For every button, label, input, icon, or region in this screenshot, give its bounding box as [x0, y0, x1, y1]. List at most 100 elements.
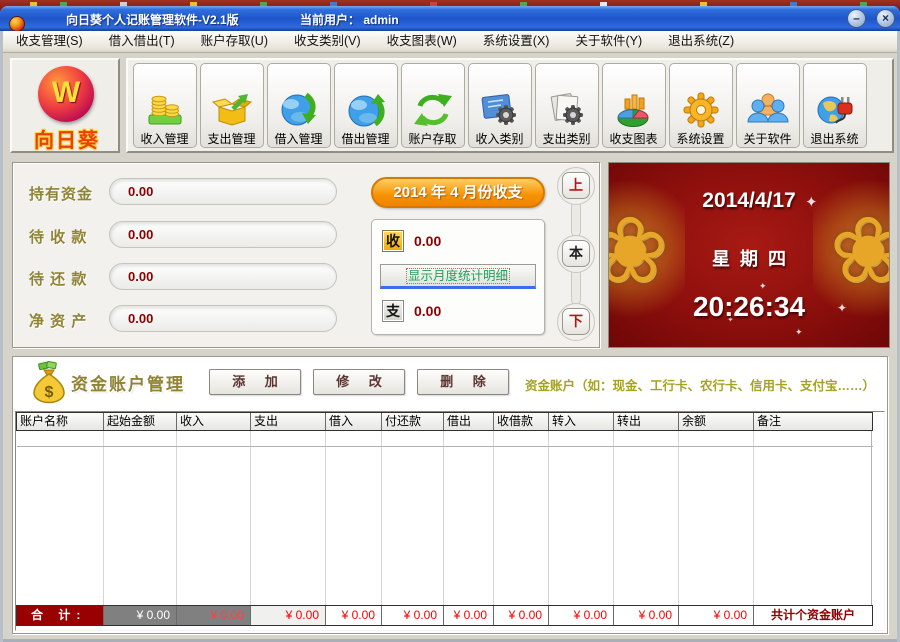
accounts-table-header: 账户名称 起始金额 收入 支出 借入 付还款 借出 收借款 转入 转出 余额 备… — [16, 412, 873, 431]
total-start-amount: ¥ 0.00 — [104, 606, 177, 625]
menu-exit[interactable]: 退出系统(Z) — [655, 31, 747, 52]
col-borrow-in[interactable]: 借入 — [326, 413, 382, 430]
current-user: 当前用户： admin — [300, 11, 399, 28]
close-button[interactable]: × — [876, 9, 895, 28]
toolbar-expense-categories[interactable]: 支出类别 — [535, 63, 599, 148]
screen: 向日葵个人记账管理软件-V2.1版 当前用户： admin – × 收支管理(S… — [0, 0, 900, 642]
clock-time: 20:26:34 — [609, 291, 889, 323]
menu-about[interactable]: 关于软件(Y) — [562, 31, 655, 52]
accounts-panel: $ 资金账户管理 添 加 修 改 删 除 资金账户（如：现金、工行卡、农行卡、信… — [12, 356, 888, 634]
accounts-table-body — [17, 431, 873, 605]
delete-account-button[interactable]: 删 除 — [417, 369, 509, 395]
menu-borrow-lend[interactable]: 借入借出(T) — [96, 31, 188, 52]
book-gear-icon — [479, 91, 521, 129]
toolbar-income-categories[interactable]: 收入类别 — [468, 63, 532, 148]
empty-row-divider — [17, 446, 873, 447]
total-transfer-in: ¥ 0.00 — [549, 606, 614, 625]
col-balance[interactable]: 余额 — [679, 413, 754, 430]
col-expense[interactable]: 支出 — [251, 413, 326, 430]
box-export-icon — [211, 91, 253, 129]
repayable-label: 待 还 款 — [29, 268, 115, 289]
brand-monogram: W — [38, 66, 94, 122]
col-start-amount[interactable]: 起始金额 — [104, 413, 177, 430]
month-box: 收 0.00 显示月度统计明细 支 0.00 — [371, 219, 545, 335]
expense-badge: 支 — [382, 300, 404, 322]
menu-settings[interactable]: 系统设置(X) — [470, 31, 563, 52]
total-lend-out: ¥ 0.00 — [444, 606, 494, 625]
held-funds-value: 0.00 — [109, 178, 337, 205]
monthly-detail-button[interactable]: 显示月度统计明细 — [380, 264, 536, 289]
current-user-value: admin — [363, 13, 398, 27]
paper-gear-icon — [546, 91, 588, 129]
add-account-button[interactable]: 添 加 — [209, 369, 301, 395]
next-month-button[interactable]: 下 — [562, 308, 590, 335]
toolbar-borrow-in-management[interactable]: 借入管理 — [267, 63, 331, 148]
brand-panel: W 向日葵 — [10, 58, 120, 153]
globe-lend-out-icon — [345, 91, 387, 129]
app-logo-icon — [9, 16, 25, 32]
col-repay-paid[interactable]: 付还款 — [382, 413, 444, 430]
toolbar-exit[interactable]: 退出系统 — [803, 63, 867, 148]
receivable-label: 待 收 款 — [29, 226, 115, 247]
col-remarks[interactable]: 备注 — [754, 413, 872, 430]
minimize-button[interactable]: – — [847, 9, 866, 28]
col-loan-received[interactable]: 收借款 — [494, 413, 549, 430]
menu-account-access[interactable]: 账户存取(U) — [188, 31, 281, 52]
net-assets-label: 净 资 产 — [29, 310, 115, 331]
globe-borrow-in-icon — [278, 91, 320, 129]
accounts-table-totals: 合 计: ¥ 0.00 ¥ 0.00 ¥ 0.00 ¥ 0.00 ¥ 0.00 … — [16, 605, 873, 626]
accounts-hint: 资金账户（如：现金、工行卡、农行卡、信用卡、支付宝……） — [525, 375, 875, 394]
col-transfer-out[interactable]: 转出 — [614, 413, 679, 430]
titlebar: 向日葵个人记账管理软件-V2.1版 当前用户： admin — [0, 6, 900, 31]
menu-categories[interactable]: 收支类别(V) — [281, 31, 374, 52]
col-income[interactable]: 收入 — [177, 413, 251, 430]
col-lend-out[interactable]: 借出 — [444, 413, 494, 430]
sparkle: ✦ — [795, 327, 803, 338]
month-income-value: 0.00 — [414, 233, 441, 249]
globe-plug-icon — [814, 91, 856, 129]
accounts-count-note: 共计个资金账户 — [754, 606, 872, 625]
money-bag-icon: $ — [29, 361, 69, 405]
toolbar-about[interactable]: 关于软件 — [736, 63, 800, 148]
toolbar-charts[interactable]: 收支图表 — [602, 63, 666, 148]
svg-text:$: $ — [45, 384, 54, 401]
month-expense-value: 0.00 — [414, 303, 441, 319]
window-title: 向日葵个人记账管理软件-V2.1版 — [66, 11, 239, 28]
people-icon — [747, 91, 789, 129]
menu-charts[interactable]: 收支图表(W) — [374, 31, 470, 52]
accounts-title: 资金账户管理 — [71, 370, 185, 395]
income-badge: 收 — [382, 230, 404, 252]
toolbar-account-access[interactable]: 账户存取 — [401, 63, 465, 148]
coins-icon — [144, 91, 186, 129]
toolbar-expense-management[interactable]: 支出管理 — [200, 63, 264, 148]
overview-panel: 持有资金 0.00 待 收 款 0.00 待 还 款 0.00 净 资 产 0.… — [12, 162, 600, 348]
toolbar-lend-out-management[interactable]: 借出管理 — [334, 63, 398, 148]
accounts-table: 账户名称 起始金额 收入 支出 借入 付还款 借出 收借款 转入 转出 余额 备… — [15, 411, 885, 631]
total-loan-received: ¥ 0.00 — [494, 606, 549, 625]
total-income: ¥ 0.00 — [177, 606, 251, 625]
brand-name: 向日葵 — [12, 124, 122, 153]
pie-chart-icon — [613, 91, 655, 129]
main-toolbar: 收入管理 支出管理 借入管理 — [126, 58, 894, 153]
month-title: 2014 年 4 月份收支 — [371, 177, 545, 208]
total-borrow-in: ¥ 0.00 — [326, 606, 382, 625]
receivable-value: 0.00 — [109, 221, 337, 248]
total-expense: ¥ 0.00 — [251, 606, 326, 625]
menubar: 收支管理(S) 借入借出(T) 账户存取(U) 收支类别(V) 收支图表(W) … — [3, 31, 897, 53]
total-balance: ¥ 0.00 — [679, 606, 754, 625]
total-transfer-out: ¥ 0.00 — [614, 606, 679, 625]
current-month-button[interactable]: 本 — [562, 240, 590, 267]
total-label: 合 计: — [17, 606, 104, 625]
toolbar-settings[interactable]: 系统设置 — [669, 63, 733, 148]
monthly-detail-label: 显示月度统计明细 — [407, 269, 509, 283]
gear-icon — [680, 91, 722, 129]
col-transfer-in[interactable]: 转入 — [549, 413, 614, 430]
prev-month-button[interactable]: 上 — [562, 172, 590, 199]
menu-income-expense[interactable]: 收支管理(S) — [3, 31, 96, 52]
current-user-label: 当前用户： — [300, 13, 360, 27]
col-account-name[interactable]: 账户名称 — [17, 413, 104, 430]
clock-panel: ❀ ❀ ✦ ✦ ✦ ✦ ✦ 2014/4/17 星期四 20:26:34 — [608, 162, 890, 348]
toolbar-income-management[interactable]: 收入管理 — [133, 63, 197, 148]
modify-account-button[interactable]: 修 改 — [313, 369, 405, 395]
transfer-arrows-icon — [412, 91, 454, 129]
